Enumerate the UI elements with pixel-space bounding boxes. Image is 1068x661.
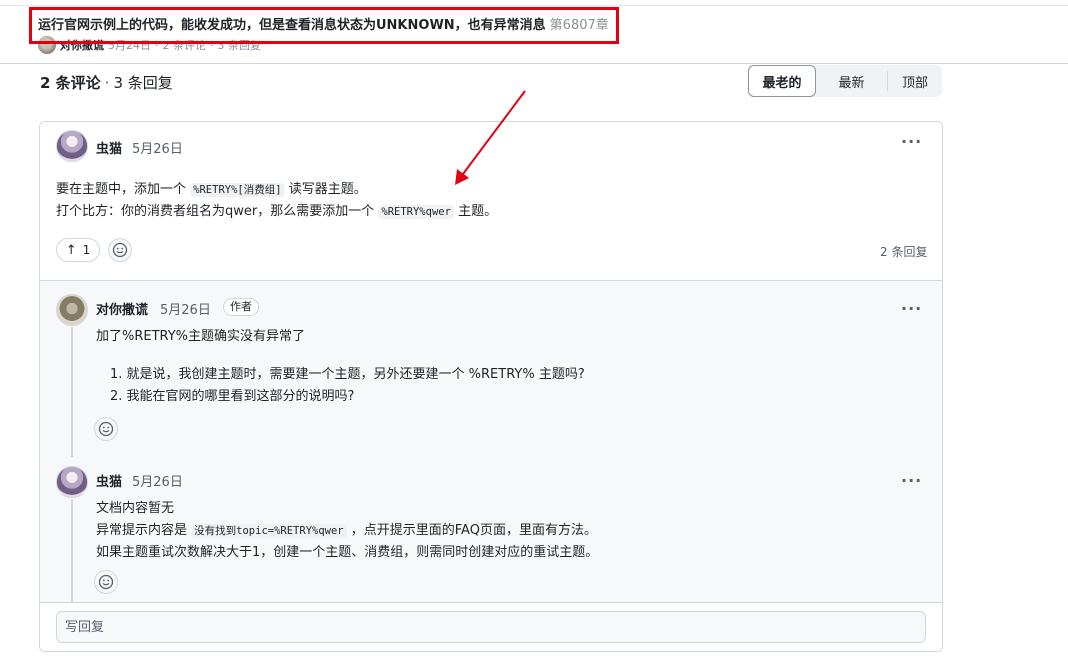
- list-item: 1. 就是说，我创建主题时，需要建一个主题，另外还要建一个 %RETRY% 主题…: [110, 367, 585, 382]
- inline-code: 没有找到topic=%RETRY%qwer: [191, 524, 347, 538]
- smiley-icon: [112, 242, 128, 258]
- reply-date[interactable]: 5月26日: [160, 299, 211, 318]
- text: 要在主题中，添加一个: [56, 182, 187, 197]
- comment-body-line-2: 打个比方：你的消费者组名为qwer，那么需要添加一个 %RETRY%qwer 主…: [56, 202, 497, 222]
- thread-connector: [71, 327, 73, 457]
- upvote-button[interactable]: ↑ 1: [56, 238, 100, 262]
- inline-code: %RETRY%qwer: [378, 205, 454, 219]
- reply-body-line-1: 文档内容暂无: [96, 501, 175, 516]
- add-reaction-button[interactable]: [108, 238, 132, 262]
- sort-newest-button[interactable]: 最新: [816, 71, 888, 91]
- reply-composer: [40, 602, 942, 651]
- comments-count: 2 条评论: [40, 74, 101, 92]
- comment-date[interactable]: 5月26日: [132, 138, 183, 157]
- reply-author[interactable]: 对你撒谎: [96, 299, 148, 318]
- sort-toggle: 最老的 最新 顶部: [748, 65, 942, 97]
- top-divider: [0, 5, 1068, 6]
- arrow-up-icon: ↑: [65, 242, 77, 258]
- replies-count: 3 条回复: [113, 74, 173, 92]
- text: 读写器主题。: [288, 182, 367, 197]
- replies-section: 对你撒谎 5月26日 作者 ··· 加了%RETRY%主题确实没有异常了 1. …: [40, 280, 942, 651]
- smiley-icon: [98, 574, 114, 590]
- text: 打个比方：你的消费者组名为qwer，那么需要添加一个: [56, 204, 375, 219]
- add-reaction-button[interactable]: [94, 570, 118, 594]
- sort-oldest-button[interactable]: 最老的: [748, 65, 816, 97]
- comment-body-line-1: 要在主题中，添加一个 %RETRY%[消费组] 读写器主题。: [56, 180, 367, 200]
- main-comment: 虫猫 5月26日 ··· 要在主题中，添加一个 %RETRY%[消费组] 读写器…: [40, 122, 942, 280]
- reply-date[interactable]: 5月26日: [132, 471, 183, 490]
- reply-body-line-3: 如果主题重试次数解决大于1，创建一个主题、消费组，则需同时创建对应的重试主题。: [96, 545, 599, 560]
- avatar[interactable]: [56, 130, 88, 162]
- reply-body-text: 加了%RETRY%主题确实没有异常了: [96, 329, 306, 344]
- author-badge: 作者: [223, 298, 259, 316]
- comment-thread: 虫猫 5月26日 ··· 要在主题中，添加一个 %RETRY%[消费组] 读写器…: [39, 121, 943, 652]
- comment-author[interactable]: 虫猫: [96, 138, 122, 157]
- more-options-icon[interactable]: ···: [901, 471, 922, 490]
- avatar[interactable]: [56, 294, 88, 326]
- add-reaction-button[interactable]: [94, 417, 118, 441]
- reply-input[interactable]: [56, 611, 926, 643]
- smiley-icon: [98, 421, 114, 437]
- more-options-icon[interactable]: ···: [901, 132, 922, 151]
- summary-dot: ·: [104, 74, 110, 92]
- reply-author[interactable]: 虫猫: [96, 471, 122, 490]
- inline-code: %RETRY%[消费组]: [190, 183, 285, 197]
- reply-body-line-2: 异常提示内容是 没有找到topic=%RETRY%qwer ，点开提示里面的FA…: [96, 521, 597, 541]
- avatar[interactable]: [56, 466, 88, 498]
- text: 主题。: [458, 204, 498, 219]
- text: 异常提示内容是: [96, 523, 188, 538]
- list-item: 2. 我能在官网的哪里看到这部分的说明吗?: [110, 389, 355, 404]
- discussion-header: 运行官网示例上的代码，能收发成功，但是查看消息状态为UNKNOWN，也有异常消息…: [0, 0, 1068, 64]
- reply-count-label: 2 条回复: [880, 245, 928, 259]
- sort-top-button[interactable]: 顶部: [888, 65, 942, 97]
- more-options-icon[interactable]: ···: [901, 299, 922, 318]
- text: ，点开提示里面的FAQ页面，里面有方法。: [350, 523, 597, 538]
- upvote-count: 1: [82, 243, 91, 257]
- comments-summary: 2 条评论 · 3 条回复: [40, 72, 173, 92]
- annotation-highlight-box: [29, 7, 619, 44]
